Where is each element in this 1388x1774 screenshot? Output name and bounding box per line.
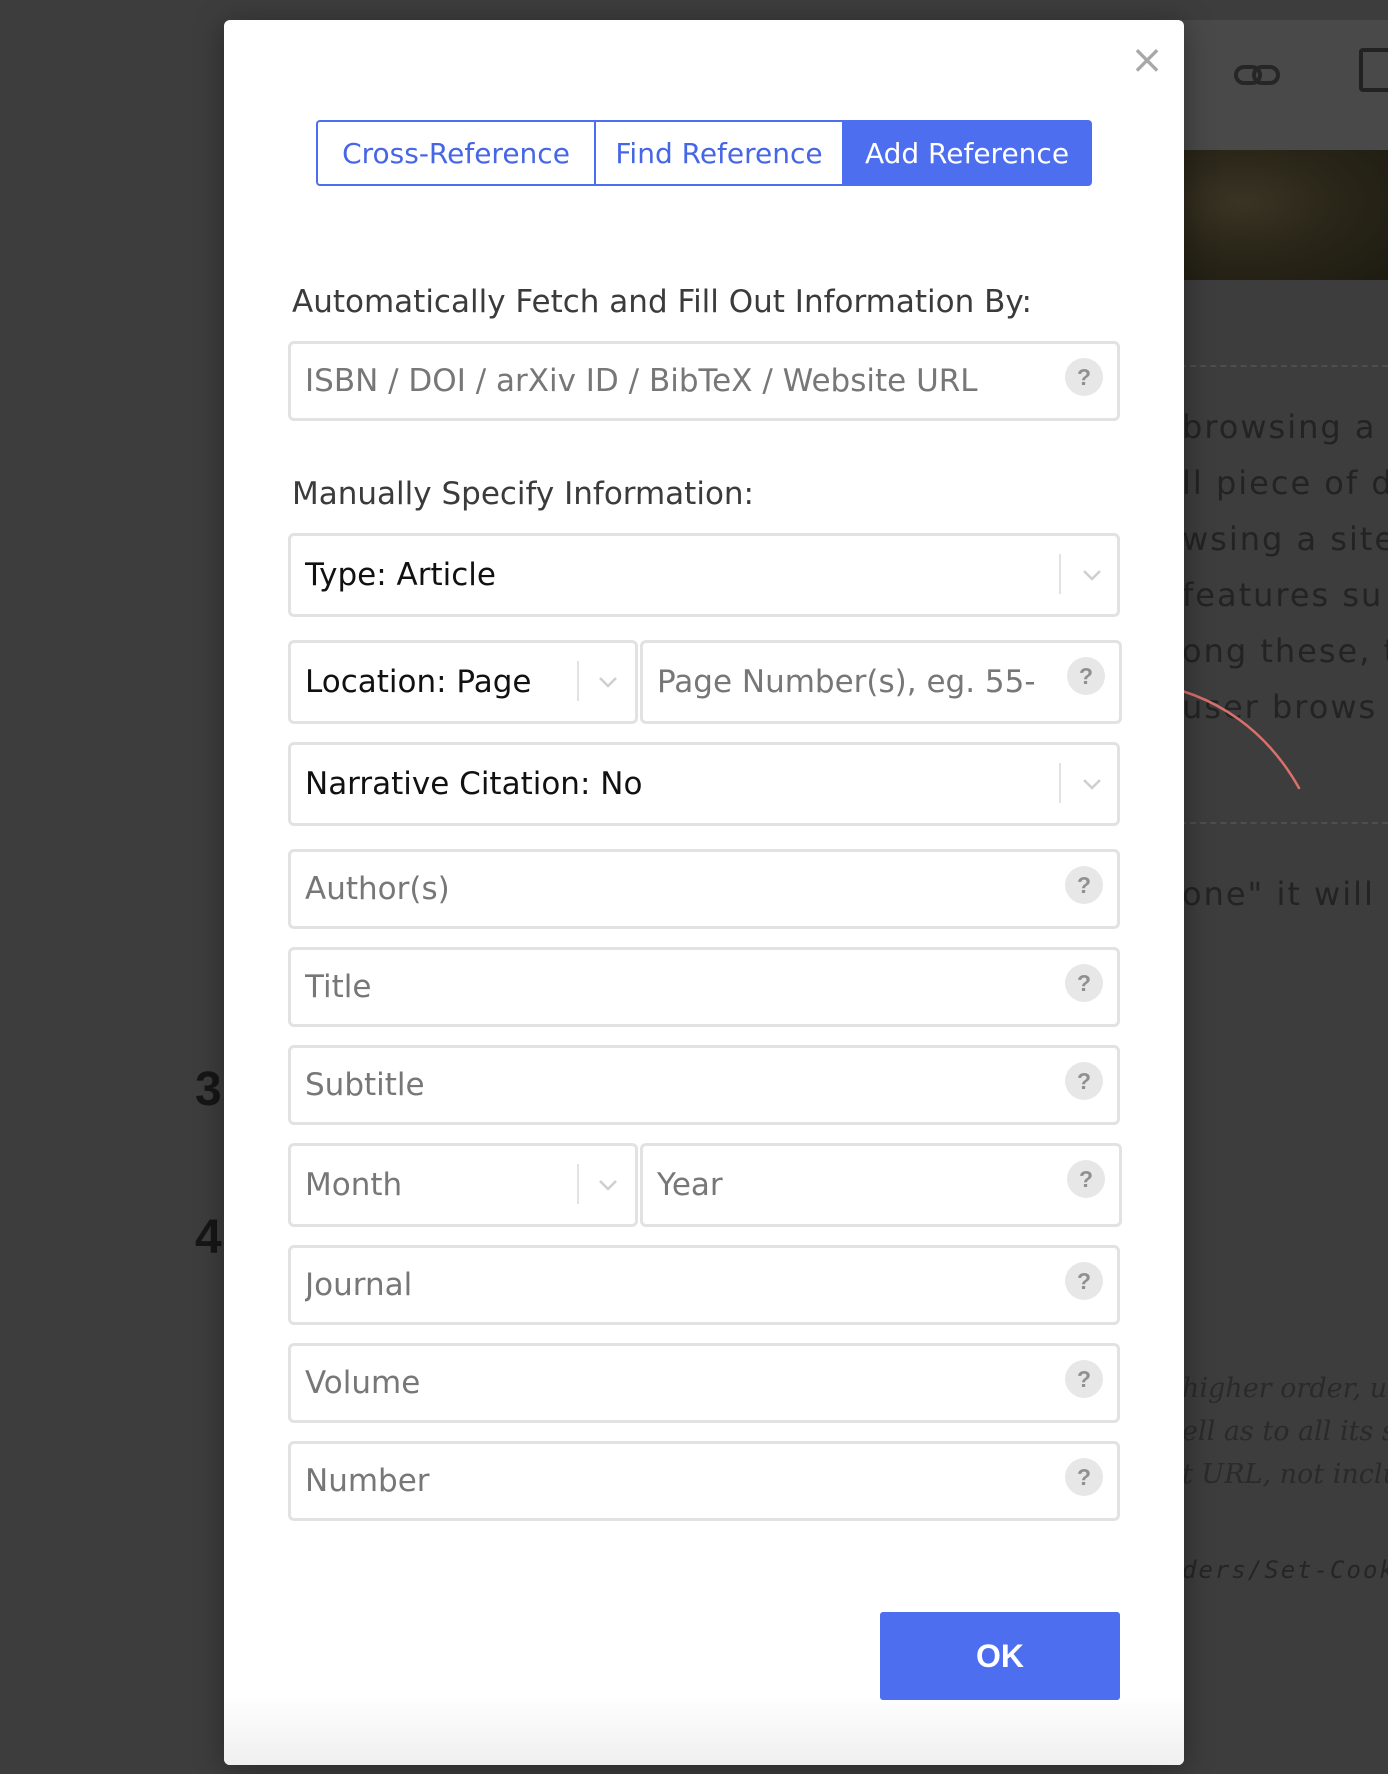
auto-fetch-label: Automatically Fetch and Fill Out Informa… xyxy=(292,284,1032,320)
link-icon xyxy=(1233,55,1281,95)
background-divider xyxy=(1180,822,1388,824)
document-icon xyxy=(1359,48,1388,92)
dropdown-separator xyxy=(1059,763,1061,803)
year-placeholder: Year xyxy=(657,1167,723,1203)
volume-input[interactable]: Volume ? xyxy=(288,1343,1120,1423)
narrative-citation-select[interactable]: Narrative Citation: No xyxy=(288,742,1120,826)
background-toolbar xyxy=(1180,20,1388,150)
auto-fetch-input[interactable]: ISBN / DOI / arXiv ID / BibTeX / Website… xyxy=(288,341,1120,421)
location-select[interactable]: Location: Page xyxy=(288,640,638,724)
background-text-line: wsing a site. xyxy=(1182,520,1388,558)
page-numbers-placeholder: Page Number(s), eg. 55- xyxy=(657,664,1036,700)
subtitle-input[interactable]: Subtitle ? xyxy=(288,1045,1120,1125)
number-input[interactable]: Number ? xyxy=(288,1441,1120,1521)
volume-placeholder: Volume xyxy=(305,1365,421,1401)
background-divider xyxy=(1180,365,1388,367)
ok-button[interactable]: OK xyxy=(880,1612,1120,1700)
reference-tabs: Cross-Reference Find Reference Add Refer… xyxy=(316,120,1092,186)
subtitle-placeholder: Subtitle xyxy=(305,1067,425,1103)
page-numbers-input[interactable]: Page Number(s), eg. 55- ? xyxy=(640,640,1122,724)
help-icon[interactable]: ? xyxy=(1065,1062,1103,1100)
help-icon[interactable]: ? xyxy=(1065,866,1103,904)
background-text-line: features su xyxy=(1182,576,1384,614)
title-placeholder: Title xyxy=(305,969,372,1005)
location-select-value: Location: Page xyxy=(305,664,532,700)
help-icon[interactable]: ? xyxy=(1065,358,1103,396)
background-italic-line: higher order, unle xyxy=(1182,1373,1388,1404)
narrative-citation-value: Narrative Citation: No xyxy=(305,766,643,802)
background-list-number: 4 xyxy=(195,1211,222,1264)
month-placeholder: Month xyxy=(305,1167,403,1203)
type-select-value: Type: Article xyxy=(305,557,496,593)
background-image xyxy=(1180,150,1388,280)
journal-placeholder: Journal xyxy=(305,1267,413,1303)
dropdown-separator xyxy=(577,1164,579,1204)
authors-placeholder: Author(s) xyxy=(305,871,450,907)
background-italic-line: t URL, not includ xyxy=(1182,1459,1388,1490)
background-text-line: browsing a xyxy=(1182,408,1377,446)
chevron-down-icon xyxy=(1079,771,1105,797)
dropdown-separator xyxy=(577,661,579,701)
help-icon[interactable]: ? xyxy=(1065,1360,1103,1398)
year-input[interactable]: Year ? xyxy=(640,1143,1122,1227)
journal-input[interactable]: Journal ? xyxy=(288,1245,1120,1325)
background-text-line: ll piece of d xyxy=(1182,464,1388,502)
authors-input[interactable]: Author(s) ? xyxy=(288,849,1120,929)
dropdown-separator xyxy=(1059,554,1061,594)
help-icon[interactable]: ? xyxy=(1067,1160,1105,1198)
help-icon[interactable]: ? xyxy=(1067,657,1105,695)
background-italic-line: ell as to all its sub xyxy=(1182,1416,1388,1447)
help-icon[interactable]: ? xyxy=(1065,1262,1103,1300)
help-icon[interactable]: ? xyxy=(1065,964,1103,1002)
help-icon[interactable]: ? xyxy=(1065,1458,1103,1496)
background-text-line: ong these, t xyxy=(1182,632,1388,670)
chevron-down-icon xyxy=(595,1172,621,1198)
tab-add-reference[interactable]: Add Reference xyxy=(844,120,1092,186)
month-select[interactable]: Month xyxy=(288,1143,638,1227)
manual-specify-label: Manually Specify Information: xyxy=(292,476,755,512)
chevron-down-icon xyxy=(595,669,621,695)
dialog-footer-shade xyxy=(224,1695,1184,1765)
number-placeholder: Number xyxy=(305,1463,430,1499)
background-code-line: ders/Set-Cookie xyxy=(1182,1556,1388,1584)
background-text-line: user brows xyxy=(1182,688,1378,726)
type-select[interactable]: Type: Article xyxy=(288,533,1120,617)
background-list-number: 3 xyxy=(195,1063,222,1116)
auto-fetch-placeholder: ISBN / DOI / arXiv ID / BibTeX / Website… xyxy=(305,363,978,399)
background-text-line: one" it will n xyxy=(1182,875,1388,913)
add-reference-dialog: × Cross-Reference Find Reference Add Ref… xyxy=(224,20,1184,1765)
tab-find-reference[interactable]: Find Reference xyxy=(596,120,844,186)
chevron-down-icon xyxy=(1079,562,1105,588)
tab-cross-reference[interactable]: Cross-Reference xyxy=(316,120,596,186)
title-input[interactable]: Title ? xyxy=(288,947,1120,1027)
close-button[interactable]: × xyxy=(1127,40,1167,80)
